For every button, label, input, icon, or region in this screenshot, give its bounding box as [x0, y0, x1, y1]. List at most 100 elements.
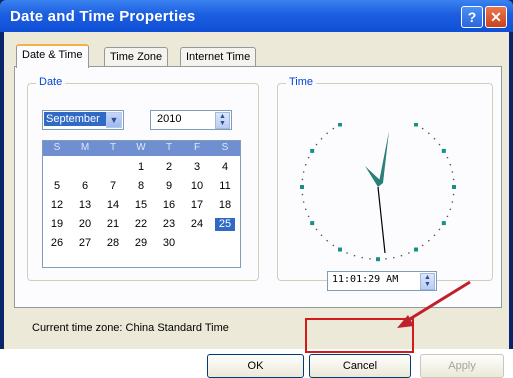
minute-mark	[326, 132, 328, 135]
calendar-day[interactable]: 14	[103, 199, 123, 212]
year-spinner[interactable]: 2010 ▲ ▼	[150, 110, 232, 130]
calendar-day[interactable]: 27	[75, 237, 95, 250]
hour-mark	[376, 257, 380, 262]
date-group-label: Date	[36, 76, 66, 88]
calendar-day[interactable]: 21	[103, 218, 123, 231]
timezone-text: Current time zone: China Standard Time	[32, 322, 229, 334]
minute-mark	[452, 178, 455, 181]
hour-mark	[414, 247, 418, 252]
calendar-day[interactable]: 2	[159, 161, 179, 174]
minute-mark	[400, 254, 403, 257]
year-spin-buttons[interactable]: ▲ ▼	[215, 112, 230, 129]
cancel-highlight-box	[305, 318, 414, 353]
minute-mark	[451, 201, 454, 203]
calendar-day[interactable]: 16	[159, 199, 179, 212]
date-time-window: Date and Time Properties ? ✕ Date & Time…	[0, 0, 513, 378]
dialog-client: Date & Time Time Zone Internet Time Date…	[4, 32, 509, 378]
calendar-grid[interactable]: SMTWTFS 1 2 3 4 5 6 7 8 9 10 11 12 13 14 15 16 17 18 19 20 2…	[42, 140, 241, 268]
hour-mark	[338, 247, 342, 252]
calendar-day[interactable]: 20	[75, 218, 95, 231]
minute-hand	[378, 131, 389, 187]
hour-hand	[365, 166, 381, 187]
date-time-panel: Date September ▼ 2010 ▲ ▼ SMTWTFS 1234567…	[14, 66, 502, 308]
minute-mark	[393, 256, 395, 259]
title-bar[interactable]: Date and Time Properties ? ✕	[0, 0, 513, 32]
calendar-day[interactable]: 30	[159, 237, 179, 250]
calendar-day[interactable]: 24	[187, 218, 207, 231]
time-value: 11:01:29 AM	[332, 274, 399, 285]
calendar-day[interactable]: 10	[187, 180, 207, 193]
calendar-day[interactable]: 15	[131, 199, 151, 212]
calendar-day[interactable]: 25	[215, 218, 235, 231]
minute-mark	[304, 163, 307, 166]
minute-mark	[307, 156, 310, 159]
minute-mark	[302, 171, 305, 173]
hour-mark	[441, 221, 446, 226]
calendar-day[interactable]: 1	[131, 161, 151, 174]
minute-mark	[421, 244, 424, 247]
minute-mark	[408, 252, 410, 254]
minute-mark	[446, 215, 449, 218]
minute-mark	[428, 132, 430, 135]
minute-mark	[433, 234, 436, 237]
calendar-day[interactable]: 5	[47, 180, 67, 193]
calendar-day[interactable]: 11	[215, 180, 235, 193]
hour-mark	[310, 221, 315, 226]
minute-mark	[438, 228, 441, 231]
tab-date-time[interactable]: Date & Time	[16, 44, 89, 68]
minute-mark	[326, 239, 328, 242]
calendar-day[interactable]: 12	[47, 199, 67, 212]
calendar-day[interactable]: 22	[131, 218, 151, 231]
close-button[interactable]: ✕	[485, 6, 507, 28]
minute-mark	[320, 234, 323, 237]
weekday-header: S	[221, 142, 229, 153]
calendar-weekday-header: SMTWTFS	[43, 141, 240, 156]
close-icon: ✕	[490, 9, 502, 25]
chevron-down-icon[interactable]: ▼	[106, 112, 122, 128]
hour-mark	[338, 123, 342, 127]
calendar-day[interactable]: 7	[103, 180, 123, 193]
minute-mark	[320, 137, 323, 140]
month-select[interactable]: September ▼	[42, 110, 124, 130]
tab-time-zone[interactable]: Time Zone	[104, 47, 169, 66]
time-input[interactable]: 11:01:29 AM ▲ ▼	[327, 271, 437, 291]
weekday-header: S	[53, 142, 61, 153]
calendar-day[interactable]: 28	[103, 237, 123, 250]
calendar-day[interactable]: 19	[47, 218, 67, 231]
date-group: Date September ▼ 2010 ▲ ▼ SMTWTFS 1234567…	[27, 76, 259, 281]
minute-mark	[315, 143, 318, 146]
calendar-day[interactable]: 18	[215, 199, 235, 212]
minute-mark	[307, 215, 310, 218]
minute-mark	[302, 201, 305, 203]
calendar-day[interactable]: 4	[215, 161, 235, 174]
hour-mark	[414, 123, 418, 127]
calendar-day[interactable]: 29	[131, 237, 151, 250]
window-title: Date and Time Properties	[10, 8, 196, 25]
cancel-button[interactable]: Cancel	[309, 354, 411, 378]
hour-mark	[441, 148, 446, 153]
time-spin-buttons[interactable]: ▲ ▼	[420, 273, 435, 290]
weekday-header: W	[136, 142, 146, 153]
calendar-day[interactable]: 9	[159, 180, 179, 193]
minute-mark	[446, 156, 449, 159]
apply-button[interactable]: Apply	[420, 354, 504, 378]
minute-mark	[353, 254, 356, 257]
calendar-day[interactable]: 3	[187, 161, 207, 174]
calendar-day[interactable]: 17	[187, 199, 207, 212]
tab-internet-time[interactable]: Internet Time	[180, 47, 257, 66]
hour-mark	[310, 148, 315, 153]
help-icon: ?	[467, 9, 477, 25]
help-button[interactable]: ?	[461, 6, 483, 28]
calendar-day[interactable]: 6	[75, 180, 95, 193]
calendar-day[interactable]: 26	[47, 237, 67, 250]
calendar-day[interactable]: 23	[159, 218, 179, 231]
minute-mark	[301, 193, 304, 196]
year-value: 2010	[157, 113, 182, 125]
minute-mark	[385, 258, 387, 260]
minute-mark	[315, 228, 318, 231]
minute-mark	[428, 239, 430, 242]
minute-mark	[301, 178, 304, 181]
ok-button[interactable]: OK	[207, 354, 304, 378]
calendar-day[interactable]: 8	[131, 180, 151, 193]
calendar-day[interactable]: 13	[75, 199, 95, 212]
